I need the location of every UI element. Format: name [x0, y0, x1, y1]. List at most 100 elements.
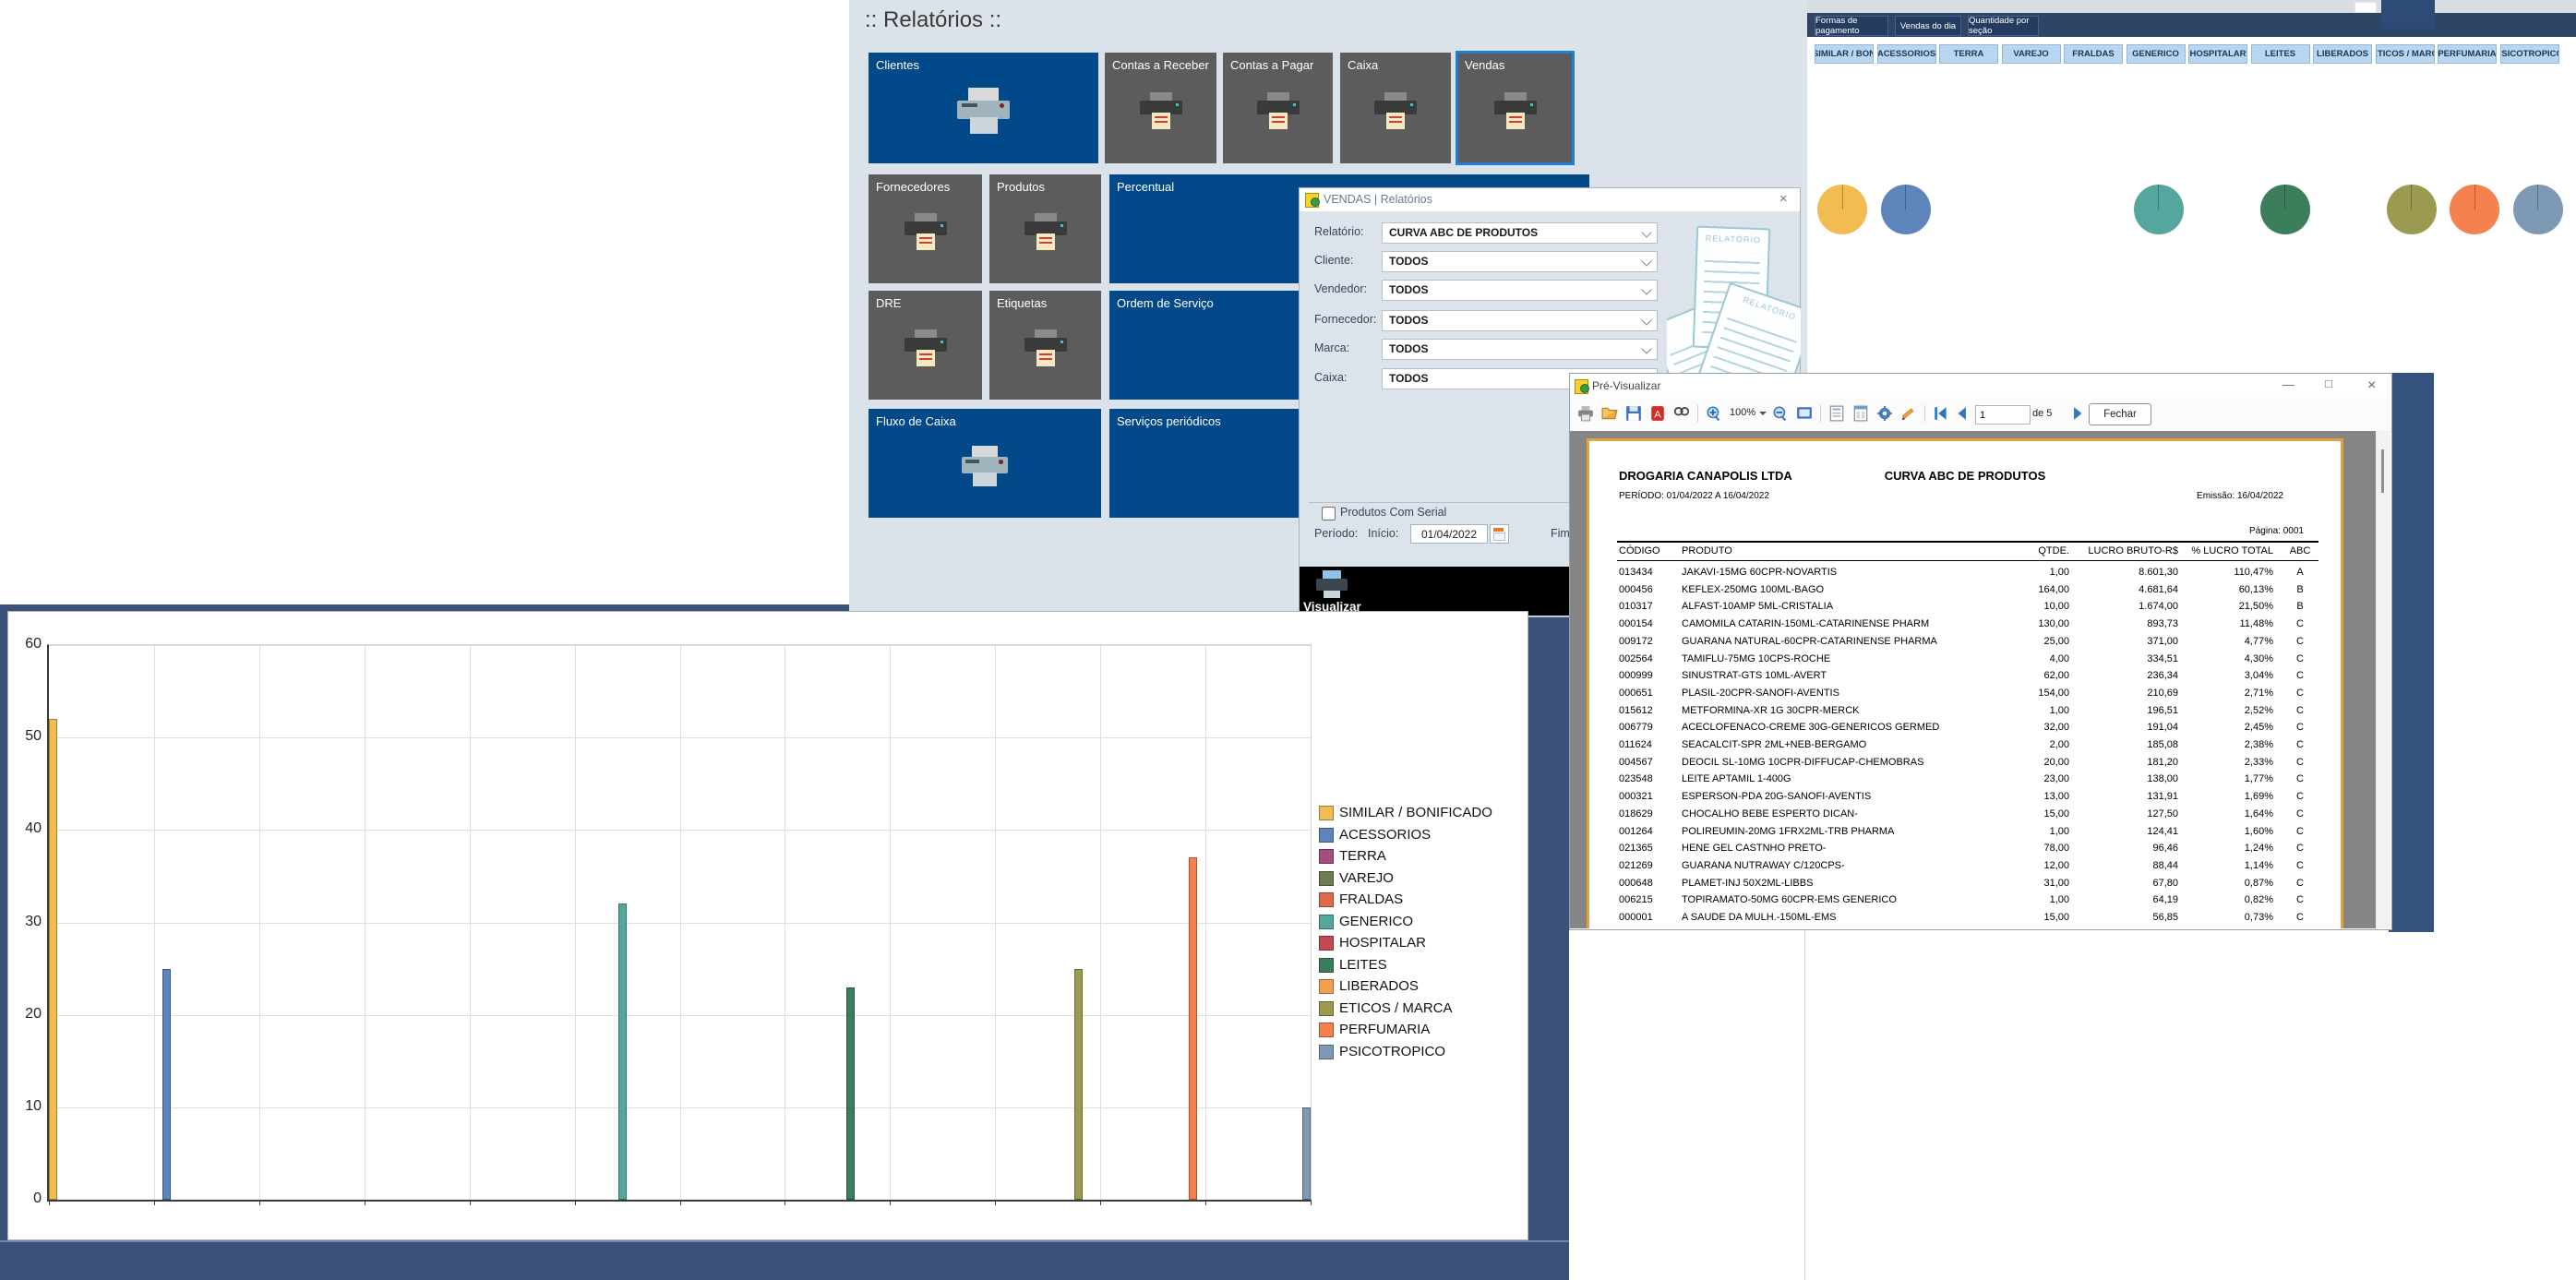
table-row: 000154CAMOMILA CATARIN-150ML-CATARINENSE… — [1589, 618, 2341, 636]
close-icon[interactable]: × — [1779, 191, 1788, 207]
chevron-down-icon[interactable] — [1759, 412, 1767, 415]
table-cell: PLAMET-INJ 50X2ML-LIBBS — [1682, 878, 1986, 889]
pie-circle-eticos-marca — [2387, 185, 2437, 234]
scrollbar-thumb[interactable] — [2381, 449, 2384, 493]
save-icon[interactable] — [1625, 405, 1642, 422]
page-count-label: de 5 — [2032, 408, 2052, 419]
legend-label: SIMILAR / BONIFICADO — [1339, 805, 1492, 820]
find-icon[interactable] — [1673, 405, 1690, 422]
category-button-psicotropico[interactable]: PSICOTROPICO — [2500, 44, 2559, 64]
x-axis-tick — [1205, 1200, 1206, 1205]
zoom-in-icon[interactable] — [1706, 405, 1722, 422]
page-number-input[interactable] — [1975, 405, 2031, 425]
category-button-eticos-marc[interactable]: ETICOS / MARC — [2376, 44, 2435, 64]
combo-relatrio[interactable]: CURVA ABC DE PRODUTOS — [1382, 222, 1658, 244]
printer-icon — [905, 329, 947, 368]
zoom-level-dropdown[interactable]: 100% — [1730, 407, 1755, 418]
table-cell: C — [2284, 636, 2316, 647]
thumbnails-icon[interactable] — [1828, 405, 1845, 422]
first-page-button[interactable] — [1933, 405, 1949, 422]
report-tile-dre[interactable]: DRE — [869, 291, 982, 400]
category-button-liberados[interactable]: LIBERADOS — [2313, 44, 2372, 64]
report-tile-vendas[interactable]: Vendas — [1457, 53, 1573, 163]
table-cell: 001264 — [1619, 826, 1678, 837]
tab-quantidade-por-se-o[interactable]: Quantidade por seção — [1968, 16, 2039, 36]
report-tile-fornecedores[interactable]: Fornecedores — [869, 174, 982, 283]
prev-page-button[interactable] — [1954, 405, 1971, 422]
minimize-icon[interactable]: — — [2282, 377, 2294, 391]
report-tile-caixa[interactable]: Caixa — [1340, 53, 1451, 163]
table-cell: 0,73% — [2183, 912, 2273, 923]
category-button-terra[interactable]: TERRA — [1939, 44, 1998, 64]
table-cell: C — [2284, 618, 2316, 629]
produtos-com-serial-checkbox[interactable] — [1322, 507, 1336, 520]
report-tile-fluxo-de-caixa[interactable]: Fluxo de Caixa — [869, 409, 1101, 518]
pie-circle-generico — [2134, 185, 2184, 234]
page-title: :: Relatórios :: — [865, 7, 1001, 33]
tab-vendas-do-dia[interactable]: Vendas do dia — [1895, 16, 1961, 36]
category-button-generico[interactable]: GENERICO — [2127, 44, 2186, 64]
inicio-date-field[interactable]: 01/04/2022 — [1410, 524, 1488, 544]
table-cell: 210,69 — [2077, 688, 2178, 699]
category-button-acessorios[interactable]: ACESSORIOS — [1877, 44, 1936, 64]
table-cell: 1,77% — [2183, 773, 2273, 784]
open-icon[interactable] — [1601, 405, 1618, 422]
category-button-similar-bon[interactable]: SIMILAR / BON — [1815, 44, 1874, 64]
maximize-icon[interactable]: □ — [2325, 377, 2332, 390]
visualizar-button[interactable]: Visualizar — [1300, 567, 1570, 616]
gridline-vertical — [680, 645, 681, 1200]
preview-titlebar[interactable]: Pré-Visualizar — □ × — [1570, 374, 2391, 398]
category-button-varejo[interactable]: VAREJO — [2002, 44, 2061, 64]
combo-vendedor[interactable]: TODOS — [1382, 280, 1658, 301]
table-cell: 196,51 — [2077, 705, 2178, 716]
print-icon[interactable] — [1577, 405, 1594, 422]
pie-radius-line — [2284, 185, 2285, 209]
dialog-titlebar[interactable]: VENDAS | Relatórios × — [1300, 188, 1800, 212]
category-button-leites[interactable]: LEITES — [2251, 44, 2310, 64]
tab-formas-de-pagamento[interactable]: Formas de pagamento — [1815, 16, 1888, 36]
fit-screen-icon[interactable] — [1796, 405, 1813, 422]
report-tile-contas-a-receber[interactable]: Contas a Receber — [1105, 53, 1216, 163]
printer-icon — [1494, 92, 1537, 131]
columns-icon[interactable] — [1852, 405, 1869, 422]
table-cell: 21,50% — [2183, 601, 2273, 612]
table-cell: 154,00 — [1977, 688, 2069, 699]
report-tile-produtos[interactable]: Produtos — [989, 174, 1101, 283]
category-button-perfumaria[interactable]: PERFUMARIA — [2438, 44, 2497, 64]
category-button-fraldas[interactable]: FRALDAS — [2064, 44, 2123, 64]
divider — [1617, 541, 2318, 543]
pdf-icon[interactable]: A — [1649, 405, 1666, 422]
dialog-title: VENDAS | Relatórios — [1324, 193, 1432, 206]
close-icon[interactable]: × — [2367, 377, 2376, 394]
table-cell: GUARANA NUTRAWAY C/120CPS- — [1682, 860, 1986, 871]
calendar-icon[interactable] — [1490, 524, 1509, 544]
table-cell: 185,08 — [2077, 739, 2178, 750]
report-tile-clientes[interactable]: Clientes — [869, 53, 1098, 163]
column-header-4: % LUCRO TOTAL — [2183, 545, 2273, 556]
setup-icon[interactable] — [1876, 405, 1893, 422]
vertical-scrollbar[interactable] — [2376, 431, 2390, 928]
table-cell: ESPERSON-PDA 20G-SANOFI-AVENTIS — [1682, 791, 1986, 802]
desktop: LOCALHOST Formas de pagamento Vendas do d… — [0, 0, 2576, 1280]
edit-icon[interactable] — [1900, 405, 1917, 422]
bar-perfumaria — [1189, 857, 1197, 1200]
category-button-hospitalar[interactable]: HOSPITALAR — [2188, 44, 2247, 64]
maximize-box-icon[interactable] — [2354, 2, 2377, 13]
fechar-button[interactable]: Fechar — [2089, 403, 2151, 425]
combo-value: CURVA ABC DE PRODUTOS — [1389, 226, 1538, 239]
report-tile-contas-a-pagar[interactable]: Contas a Pagar — [1223, 53, 1333, 163]
zoom-out-icon[interactable] — [1772, 405, 1789, 422]
report-tile-etiquetas[interactable]: Etiquetas — [989, 291, 1101, 400]
gridline-vertical — [154, 645, 155, 1200]
legend-label: TERRA — [1339, 848, 1386, 864]
table-cell: 2,71% — [2183, 688, 2273, 699]
table-cell: 236,34 — [2077, 670, 2178, 681]
table-cell: B — [2284, 601, 2316, 612]
next-page-button[interactable] — [2069, 405, 2086, 422]
combo-marca[interactable]: TODOS — [1382, 339, 1658, 360]
status-bar: LOCALHOST — [0, 1240, 1569, 1280]
gridline-vertical — [995, 645, 996, 1200]
combo-fornecedor[interactable]: TODOS — [1382, 310, 1658, 331]
app-logo-icon — [1575, 378, 1589, 393]
combo-cliente[interactable]: TODOS — [1382, 251, 1658, 272]
